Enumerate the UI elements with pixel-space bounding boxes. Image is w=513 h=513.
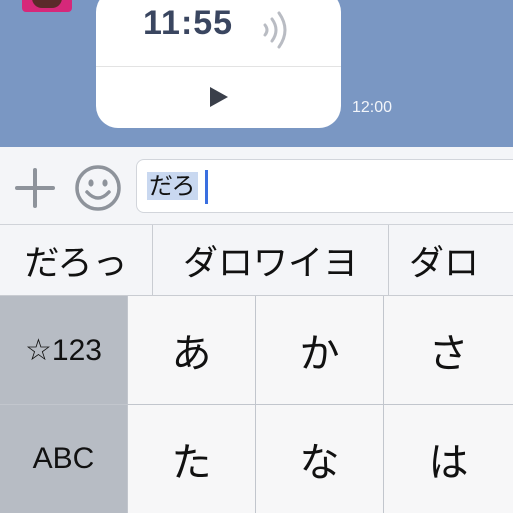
smiley-icon: [75, 165, 121, 211]
abc-key[interactable]: ABC: [0, 405, 127, 513]
text-caret: [205, 170, 208, 204]
voice-message-bubble[interactable]: 11:55: [96, 0, 341, 128]
kana-key-ka[interactable]: か: [256, 296, 383, 404]
kana-key-a[interactable]: あ: [128, 296, 255, 404]
candidate-item[interactable]: だろっ: [0, 225, 153, 295]
play-icon: [210, 87, 228, 107]
kana-key-ha[interactable]: は: [384, 405, 513, 513]
composing-text: だろ: [147, 172, 198, 200]
kana-key-sa[interactable]: さ: [384, 296, 513, 404]
candidate-item[interactable]: ダロ: [389, 225, 513, 295]
kana-key-na[interactable]: な: [256, 405, 383, 513]
voice-message-duration: 11:55: [143, 4, 234, 42]
emoji-button[interactable]: [73, 163, 123, 213]
play-button[interactable]: [204, 82, 234, 112]
message-timestamp: 12:00: [352, 99, 393, 116]
candidate-item[interactable]: ダロワイヨ: [153, 225, 389, 295]
bubble-divider: [96, 66, 341, 67]
message-input-bar: だろ: [0, 147, 513, 225]
chat-area[interactable]: 11:55 12:00: [0, 0, 513, 147]
symbols-number-key[interactable]: ☆123: [0, 296, 127, 404]
avatar[interactable]: [22, 0, 72, 12]
kana-key-ta[interactable]: た: [128, 405, 255, 513]
conversion-candidates: だろっ ダロワイヨ ダロ: [0, 225, 513, 296]
sound-waves-icon: [263, 11, 287, 49]
screen: 11:55 12:00 だろ だろっ ダロワイヨ ダロ ☆123 ABC あ か…: [0, 0, 513, 513]
kana-keyboard: ☆123 ABC あ か さ た な は: [0, 296, 513, 513]
message-text-field[interactable]: だろ: [136, 159, 513, 213]
plus-icon: [15, 168, 55, 208]
avatar-face: [32, 0, 62, 8]
add-attachment-button[interactable]: [14, 167, 56, 209]
